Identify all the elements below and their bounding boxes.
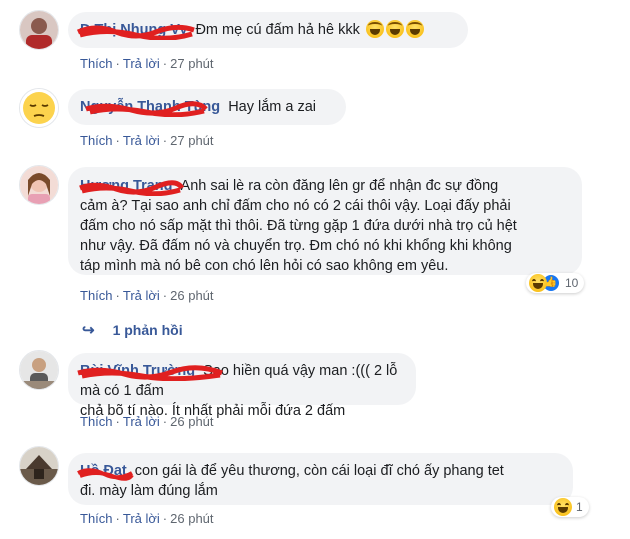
comment-text-line: đi. mày làm đúng lắm [80,483,218,499]
replies-count[interactable]: 1 phản hồi [113,322,183,338]
comment-bubble: Bùi Vĩnh Trường Sao hiền quá vậy man :((… [68,353,416,419]
reply-arrow-icon: ↪ [82,322,95,339]
haha-reaction-icon [529,274,547,292]
avatar[interactable] [19,446,59,486]
author-name[interactable]: Hương Trang [80,178,173,194]
comment-author[interactable]: Bùi Vĩnh Trường [77,363,223,381]
timestamp[interactable]: 26 phút [170,414,213,429]
author-name[interactable]: Hồ Đạt [80,463,127,479]
separator: · [162,56,168,71]
comment-bubble: Hương Trang Anh sai lè ra còn đăng lên g… [68,167,582,275]
separator: · [162,511,168,526]
separator: · [162,288,168,303]
comment-actions: Thích · Trả lời · 27 phút [80,133,214,148]
comment-author[interactable]: Hồ Đạt [77,463,134,481]
haha-reaction-icon [554,498,572,516]
separator: · [115,414,120,429]
separator: · [162,133,168,148]
separator: · [162,414,168,429]
comment-actions: Thích · Trả lời · 26 phút [80,511,214,526]
separator: · [115,511,120,526]
comment-author[interactable]: Nguyễn Thanh Tùng [80,99,224,117]
comment-bubble: Nguyễn Thanh Tùng Hay lắm a zai [68,89,346,125]
reply-link[interactable]: Trả lời [123,511,160,526]
comment-text: Đm mẹ cú đấm hả hê kkk [195,22,360,38]
avatar-photo-icon [20,166,58,204]
view-replies-link[interactable]: ↪ 1 phản hồi [82,321,183,339]
reaction-count: 10 [565,276,579,290]
like-link[interactable]: Thích [80,288,113,303]
comment-actions: Thích · Trả lời · 26 phút [80,288,214,303]
reply-link[interactable]: Trả lời [123,133,160,148]
like-link[interactable]: Thích [80,56,113,71]
timestamp[interactable]: 26 phút [170,511,213,526]
author-name[interactable]: Bùi Vĩnh Trường [80,363,195,379]
comment-text-line: như vậy. Đã đấm nó và chuyển trọ. Đm chó… [80,238,512,254]
sad-face-avatar-icon [20,89,58,127]
comment-text-line: táp mình mà nó bê con chó lên hỏi có sao… [80,258,449,274]
separator: · [115,288,120,303]
laughing-tears-icon [385,20,404,38]
avatar[interactable] [19,10,59,50]
comment-author[interactable]: Đ Thị Nhung Vy [76,22,195,40]
separator: · [115,56,120,71]
comment-text-line: đấm cho nó sấp mặt thì thôi. Đã từng gặp… [80,218,517,234]
reply-link[interactable]: Trả lời [123,56,160,71]
comment-text-line: Anh sai lè ra còn đăng lên gr để nhận đc… [180,178,499,194]
comment-text-line: cảm à? Tại sao anh chỉ đấm cho nó có 2 c… [80,198,511,214]
comment-actions: Thích · Trả lời · 27 phút [80,56,214,71]
comment-bubble: Hồ Đạt con gái là để yêu thương, còn cái… [68,453,573,505]
reaction-count: 1 [576,500,583,514]
avatar-photo-icon [20,11,58,49]
timestamp[interactable]: 27 phút [170,133,213,148]
avatar[interactable] [19,88,59,128]
reaction-summary[interactable]: 1 [551,497,589,517]
comment-bubble: Đ Thị Nhung Vy Đm mẹ cú đấm hả hê kkk [68,12,468,48]
separator: · [115,133,120,148]
comment-actions: Thích · Trả lời · 26 phút [80,414,214,429]
like-link[interactable]: Thích [80,133,113,148]
comment-text-line: con gái là để yêu thương, còn cái loại đ… [134,463,504,479]
reply-link[interactable]: Trả lời [123,414,160,429]
avatar-photo-icon [20,447,58,485]
avatar-photo-icon [20,351,58,389]
avatar[interactable] [19,165,59,205]
like-link[interactable]: Thích [80,511,113,526]
author-name[interactable]: Đ Thị Nhung Vy [80,22,187,38]
laughing-tears-icon [405,20,424,38]
reply-link[interactable]: Trả lời [123,288,160,303]
like-link[interactable]: Thích [80,414,113,429]
timestamp[interactable]: 27 phút [170,56,213,71]
comment-text: Hay lắm a zai [228,99,317,115]
author-name[interactable]: Nguyễn Thanh Tùng [80,99,220,115]
reaction-summary[interactable]: 👍 10 [526,273,585,293]
avatar[interactable] [19,350,59,390]
timestamp[interactable]: 26 phút [170,288,213,303]
comment-author[interactable]: Hương Trang [79,178,185,196]
laughing-tears-icon [365,20,384,38]
